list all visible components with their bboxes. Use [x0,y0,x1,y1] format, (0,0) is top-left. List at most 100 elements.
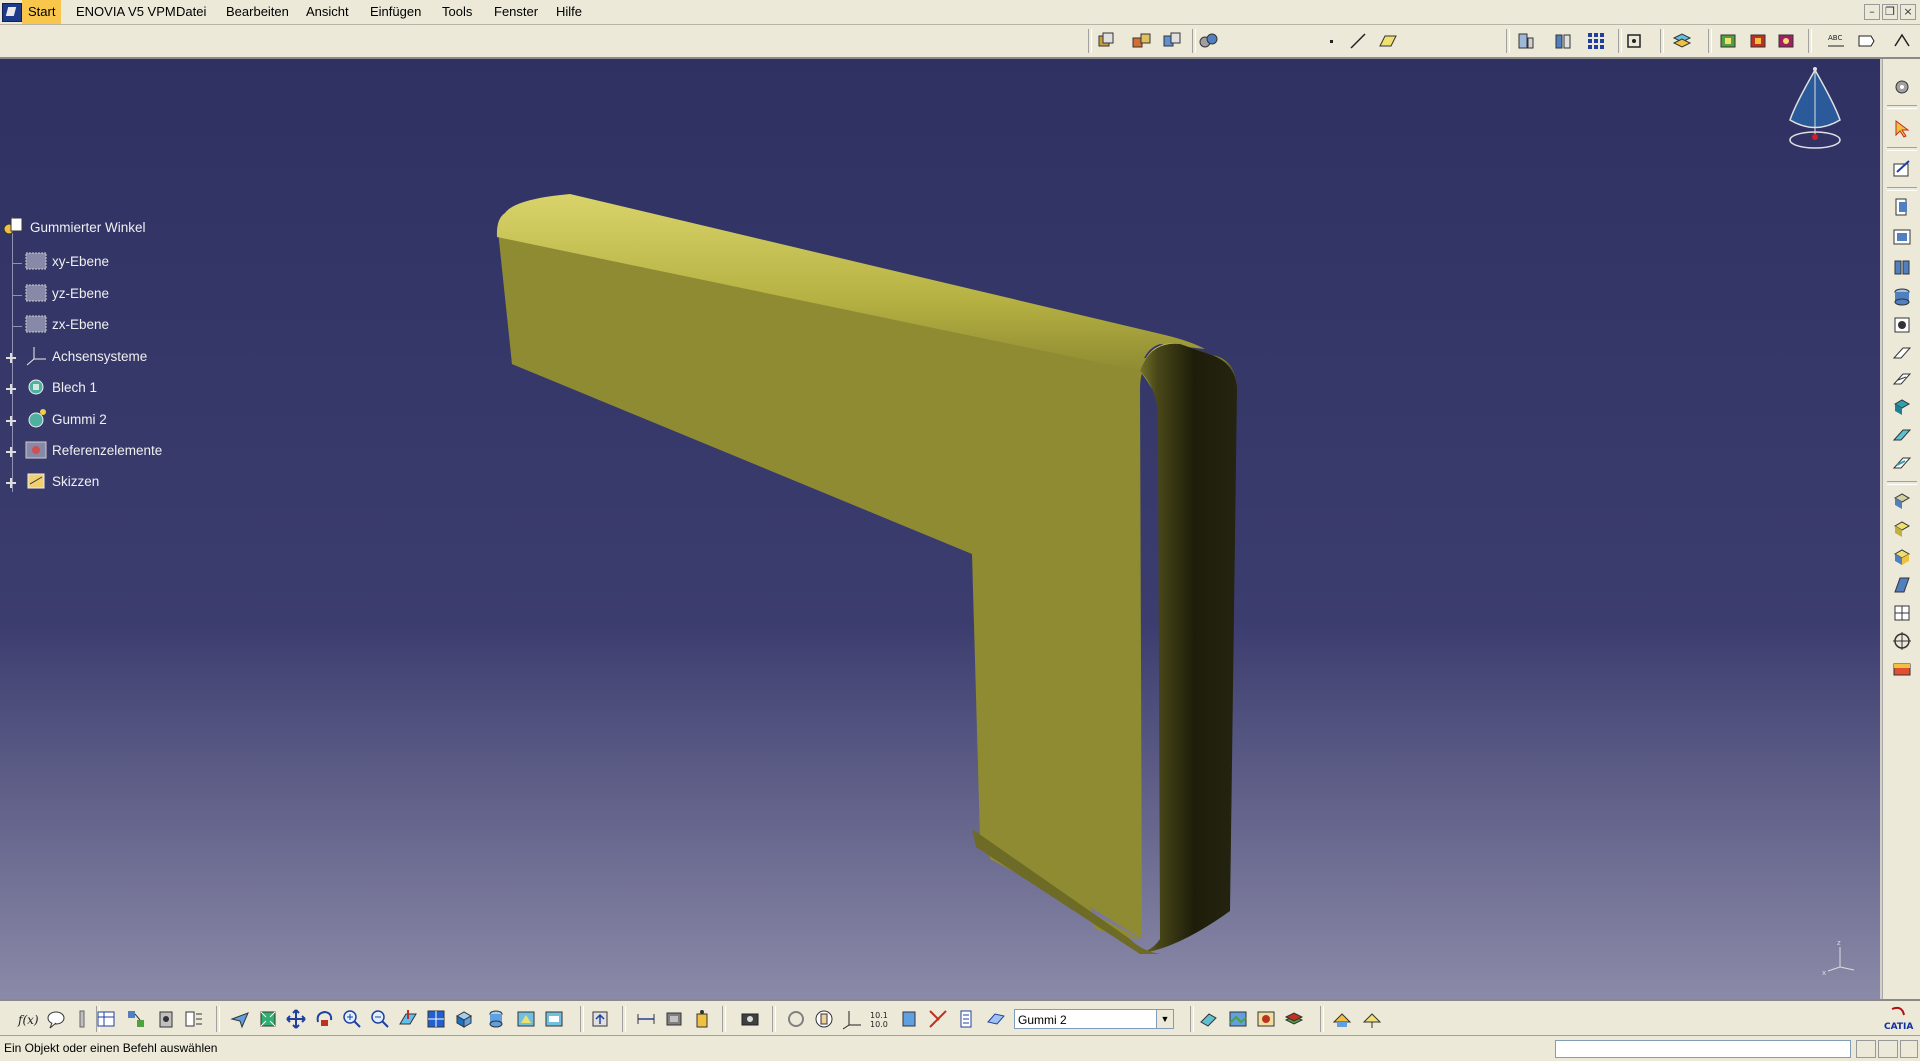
command-input[interactable] [1555,1040,1851,1058]
map-icon[interactable] [1226,1007,1250,1031]
apply-material-icon[interactable] [1716,29,1740,53]
formula-icon[interactable]: f(x) [16,1007,40,1031]
light-icon[interactable] [1360,1007,1384,1031]
block-icon[interactable] [1890,545,1914,569]
catalog-icon[interactable] [124,1007,148,1031]
normal-view-icon[interactable] [396,1007,420,1031]
material-library-icon[interactable] [1774,29,1798,53]
part-side-face[interactable] [1130,343,1237,954]
tree-root[interactable]: Gummierter Winkel [2,215,146,239]
rotate-icon[interactable] [312,1007,336,1031]
pattern-icon[interactable] [1584,29,1608,53]
expand-icon[interactable] [6,478,16,488]
scene-icon[interactable] [1282,1007,1306,1031]
sketcher-icon[interactable] [1890,157,1914,181]
menu-enovia[interactable]: ENOVIA V5 VPM [70,0,182,24]
solid-combine-icon[interactable] [1890,489,1914,513]
unfold-icon[interactable] [1552,29,1576,53]
text-annotation-icon[interactable]: ABC [1824,29,1848,53]
update-icon[interactable] [588,1007,612,1031]
fit-all-in-icon[interactable] [256,1007,280,1031]
tree-node-referenzelemente[interactable]: Referenzelemente [24,438,162,462]
render-scene-icon[interactable] [1330,1007,1354,1031]
constraint-icon[interactable] [1196,29,1220,53]
extrusion-icon[interactable] [1890,255,1914,279]
flange-icon[interactable] [1890,225,1914,249]
parameters-icon[interactable] [954,1007,978,1031]
target-icon[interactable] [1890,629,1914,653]
product-icon[interactable] [1094,29,1118,53]
3d-viewport[interactable]: Gummierter Winkel xy-Ebene yz-Ebene zx-E… [0,59,1880,999]
menu-start[interactable]: Start [22,0,62,24]
tree-node-zx-ebene[interactable]: zx-Ebene [24,312,109,336]
hand-icon[interactable] [812,1007,836,1031]
render-icon[interactable] [1746,29,1770,53]
hole-icon[interactable] [1890,313,1914,337]
zoom-in-icon[interactable] [340,1007,364,1031]
axis-tool-icon[interactable] [840,1007,864,1031]
menu-bearbeiten[interactable]: Bearbeiten [220,0,295,24]
iso-view-icon[interactable] [452,1007,476,1031]
hem-icon[interactable] [1890,341,1914,365]
grid-cut-icon[interactable] [1890,601,1914,625]
menu-datei[interactable]: Datei [170,0,212,24]
restore-icon[interactable]: ❐ [1882,4,1898,20]
compass-icon[interactable] [1780,65,1850,155]
layers-icon[interactable] [1670,29,1694,53]
surface-icon[interactable] [984,1007,1008,1031]
cycle-icon[interactable] [784,1007,808,1031]
section-icon[interactable] [898,1007,922,1031]
chevron-down-icon[interactable]: ▼ [1156,1010,1173,1028]
fit-all-icon[interactable] [1622,29,1646,53]
app-icon[interactable] [2,3,22,22]
status-button-2[interactable] [1878,1040,1898,1058]
table-icon[interactable] [94,1007,118,1031]
expand-icon[interactable] [6,416,16,426]
cut-icon[interactable] [926,1007,950,1031]
flag-note-icon[interactable] [1854,29,1878,53]
status-button-3[interactable] [1900,1040,1918,1058]
measure-item-icon[interactable] [154,1007,178,1031]
shell-icon[interactable] [1890,573,1914,597]
material-icon[interactable] [1890,657,1914,681]
pan-icon[interactable] [284,1007,308,1031]
bend-icon[interactable] [1890,423,1914,447]
menu-einfuegen[interactable]: Einfügen [364,0,427,24]
rolled-wall-icon[interactable] [1890,285,1914,309]
texture-icon[interactable] [1254,1007,1278,1031]
stamp-icon[interactable] [1890,395,1914,419]
measure-between-icon[interactable] [634,1007,658,1031]
wall-icon[interactable] [1890,195,1914,219]
weight-icon[interactable] [690,1007,714,1031]
pad-icon[interactable] [1890,517,1914,541]
measure-icon[interactable] [1890,29,1914,53]
comment-icon[interactable] [44,1007,68,1031]
expand-icon[interactable] [6,384,16,394]
tree-node-xy-ebene[interactable]: xy-Ebene [24,249,109,273]
insert-body-icon[interactable] [1196,1007,1220,1031]
inertia-icon[interactable] [182,1007,206,1031]
tree-node-yz-ebene[interactable]: yz-Ebene [24,281,109,305]
fold-icon[interactable] [1890,451,1914,475]
swap-space-icon[interactable] [542,1007,566,1031]
shading-icon[interactable] [484,1007,508,1031]
sheet-parameters-icon[interactable] [1514,29,1538,53]
point-icon[interactable] [1320,29,1344,53]
status-button-1[interactable] [1856,1040,1876,1058]
plane-tool-icon[interactable] [1376,29,1400,53]
body-select[interactable]: Gummi 2 ▼ [1014,1009,1174,1029]
close-icon[interactable]: × [1900,4,1916,20]
menu-tools[interactable]: Tools [436,0,478,24]
measure-inertia-icon[interactable] [662,1007,686,1031]
menu-fenster[interactable]: Fenster [488,0,544,24]
tear-drop-icon[interactable] [1890,367,1914,391]
multi-view-icon[interactable] [424,1007,448,1031]
capture-icon[interactable] [738,1007,762,1031]
wand-icon[interactable] [70,1007,94,1031]
select-icon[interactable] [1890,117,1914,141]
tree-node-skizzen[interactable]: Skizzen [24,469,99,493]
minimize-icon[interactable]: – [1864,4,1880,20]
zoom-out-icon[interactable] [368,1007,392,1031]
tree-node-achsensysteme[interactable]: Achsensysteme [24,344,147,368]
line-icon[interactable] [1346,29,1370,53]
